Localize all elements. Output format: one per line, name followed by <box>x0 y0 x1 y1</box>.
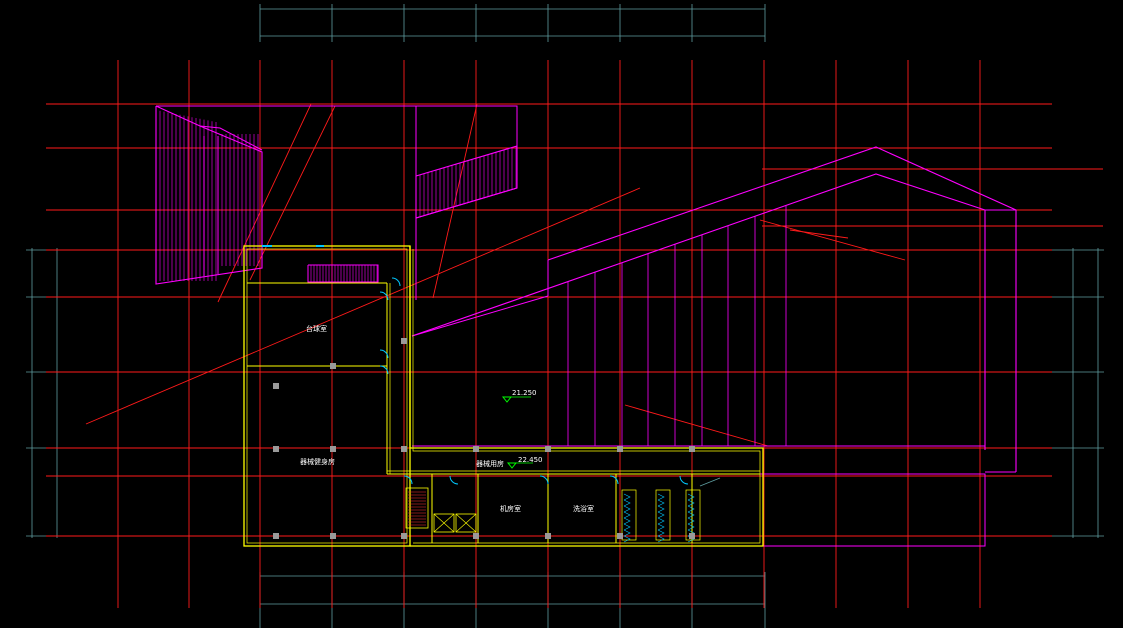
drawing-background <box>0 0 1123 628</box>
column-3 <box>273 446 279 452</box>
column-4 <box>330 446 336 452</box>
column-14 <box>545 533 551 539</box>
room-label-fitness: 器械健身房 <box>300 457 335 466</box>
column-15 <box>617 533 623 539</box>
column-16 <box>689 533 695 539</box>
column-2 <box>330 363 336 369</box>
level-label-corridor: 22.450 <box>518 456 543 464</box>
room-label-billiards: 台球室 <box>306 324 327 333</box>
room-label-restroom: 洗浴室 <box>573 504 594 513</box>
room-label-machine: 机房室 <box>500 504 521 513</box>
column-12 <box>401 533 407 539</box>
column-13 <box>473 533 479 539</box>
column-9 <box>689 446 695 452</box>
column-7 <box>545 446 551 452</box>
column-8 <box>617 446 623 452</box>
level-label-main: 21.250 <box>512 389 537 397</box>
column-1 <box>273 383 279 389</box>
column-11 <box>330 533 336 539</box>
room-label-storage: 器械用房 <box>476 459 504 468</box>
column-6 <box>473 446 479 452</box>
cad-floor-plan: 台球室 器械健身房 器械用房 机房室 洗浴室 21.250 22.450 <box>0 0 1123 628</box>
column-5 <box>401 446 407 452</box>
column-0 <box>401 338 407 344</box>
column-10 <box>273 533 279 539</box>
